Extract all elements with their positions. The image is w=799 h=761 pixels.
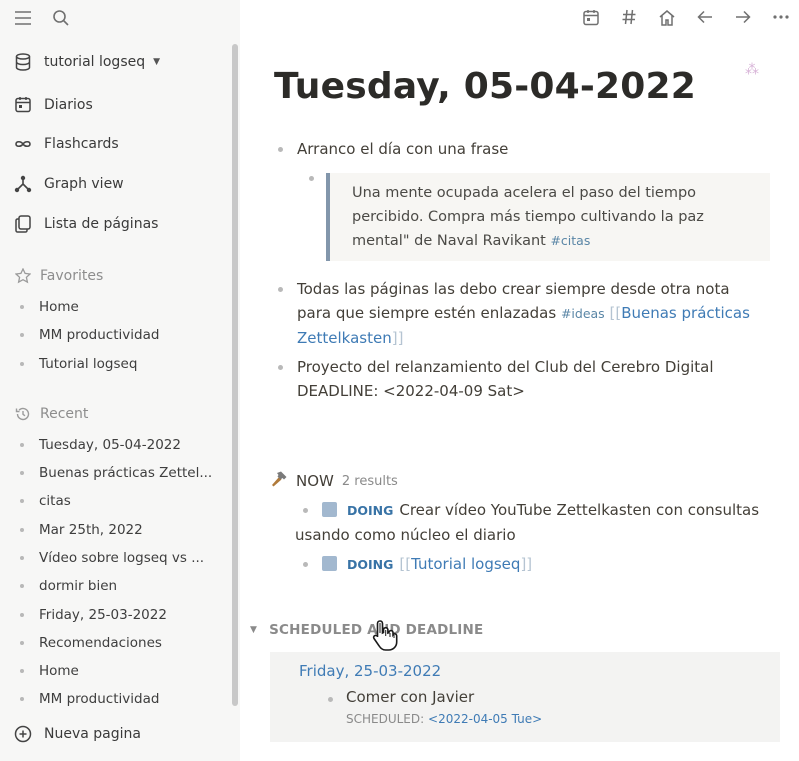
recent-item[interactable]: MM productividad: [20, 691, 159, 707]
database-icon: [14, 53, 32, 71]
hammer-icon: [270, 470, 288, 492]
page-link[interactable]: Buenas prácticas: [621, 304, 750, 322]
now-results-count: 2 results: [341, 473, 398, 489]
nav-label: Flashcards: [44, 136, 119, 152]
nav-label: Graph view: [44, 176, 124, 192]
calendar-icon: [14, 96, 32, 113]
nav-label: Lista de páginas: [44, 216, 159, 232]
recent-header[interactable]: Recent: [14, 406, 88, 422]
favorite-item[interactable]: Home: [20, 299, 79, 315]
scheduled-meta: SCHEDULED: <2022-04-05 Tue>: [346, 712, 543, 726]
scheduled-header[interactable]: ▼ SCHEDULED AND DEADLINE: [250, 622, 483, 638]
block-bullet[interactable]: [328, 697, 333, 702]
now-query-header[interactable]: NOW 2 results: [270, 470, 398, 492]
sparkle-icon: ⁂: [745, 62, 759, 78]
favorite-item[interactable]: MM productividad: [20, 327, 159, 343]
scheduled-date-link[interactable]: Friday, 25-03-2022: [299, 662, 441, 680]
graph-name: tutorial logseq: [44, 54, 146, 70]
nav-graph-view[interactable]: Graph view: [14, 175, 124, 193]
block-bullet[interactable]: [309, 176, 314, 181]
recent-item[interactable]: Tuesday, 05-04-2022: [20, 437, 181, 453]
favorites-title: Favorites: [40, 268, 104, 284]
scheduled-date-value[interactable]: <2022-04-05 Tue>: [428, 712, 542, 726]
task-checkbox[interactable]: [322, 502, 337, 517]
pages-icon: [14, 215, 32, 233]
task-checkbox[interactable]: [322, 556, 337, 571]
recent-item[interactable]: Recomendaciones: [20, 635, 162, 651]
nav-lista-paginas[interactable]: Lista de páginas: [14, 215, 158, 233]
recent-item[interactable]: Mar 25th, 2022: [20, 522, 143, 538]
nav-label: Diarios: [44, 96, 93, 113]
graph-selector[interactable]: tutorial logseq ▼: [14, 53, 160, 71]
collapse-triangle-icon[interactable]: ▼: [250, 625, 257, 635]
block-bullet[interactable]: [278, 365, 283, 370]
favorite-item[interactable]: Tutorial logseq: [20, 356, 137, 372]
graph-icon: [14, 175, 32, 193]
infinity-icon: [14, 139, 32, 149]
recent-item[interactable]: citas: [20, 493, 71, 509]
new-page-label: Nueva pagina: [44, 726, 141, 742]
plus-circle-icon: [14, 725, 32, 743]
new-page-button[interactable]: Nueva pagina: [14, 725, 141, 743]
recent-title: Recent: [40, 406, 89, 422]
block-bullet[interactable]: [278, 147, 283, 152]
task-item[interactable]: DOING Crear vídeo YouTube Zettelkasten co…: [295, 498, 782, 547]
scheduled-item[interactable]: Comer con Javier: [346, 688, 474, 706]
sidebar-scrollbar[interactable]: [232, 44, 238, 706]
left-sidebar: tutorial logseq ▼ Diarios Flashcards Gra…: [0, 0, 240, 761]
star-icon: [14, 268, 32, 284]
recent-item[interactable]: Home: [20, 663, 79, 679]
hand-cursor-icon: [371, 618, 401, 656]
block-text[interactable]: Proyecto del relanzamiento del Club del …: [297, 355, 777, 403]
main-content: Tuesday, 05-04-2022 ⁂ Arranco el día con…: [240, 0, 799, 761]
block-bullet[interactable]: [278, 287, 283, 292]
now-title: NOW: [296, 472, 334, 490]
scheduled-panel: Friday, 25-03-2022 Comer con Javier SCHE…: [270, 652, 780, 742]
block-text[interactable]: Arranco el día con una frase: [297, 137, 508, 161]
page-link[interactable]: Tutorial logseq: [411, 555, 520, 573]
nav-diarios[interactable]: Diarios: [14, 96, 93, 113]
block-bullet[interactable]: [303, 562, 308, 567]
tag-ideas[interactable]: #ideas: [561, 306, 605, 321]
page-title[interactable]: Tuesday, 05-04-2022: [274, 66, 696, 107]
history-icon: [14, 406, 32, 422]
tag-citas[interactable]: #citas: [550, 233, 590, 248]
recent-item[interactable]: dormir bien: [20, 578, 117, 594]
block-text[interactable]: Todas las páginas las debo crear siempre…: [297, 277, 777, 350]
page-link[interactable]: Zettelkasten: [297, 329, 392, 347]
doing-marker[interactable]: DOING: [347, 557, 393, 572]
quote-block[interactable]: Una mente ocupada acelera el paso del ti…: [326, 173, 770, 261]
recent-item[interactable]: Vídeo sobre logseq vs ...: [20, 550, 204, 566]
search-icon[interactable]: [52, 9, 70, 27]
task-item[interactable]: DOING [[Tutorial logseq]]: [322, 552, 532, 577]
recent-item[interactable]: Buenas prácticas Zettel...: [20, 465, 212, 481]
chevron-down-icon: ▼: [153, 57, 161, 67]
menu-icon[interactable]: [14, 10, 32, 26]
block-bullet[interactable]: [303, 508, 308, 513]
recent-item[interactable]: Friday, 25-03-2022: [20, 607, 167, 623]
doing-marker[interactable]: DOING: [347, 503, 393, 518]
favorites-header[interactable]: Favorites: [14, 268, 103, 284]
nav-flashcards[interactable]: Flashcards: [14, 136, 119, 152]
